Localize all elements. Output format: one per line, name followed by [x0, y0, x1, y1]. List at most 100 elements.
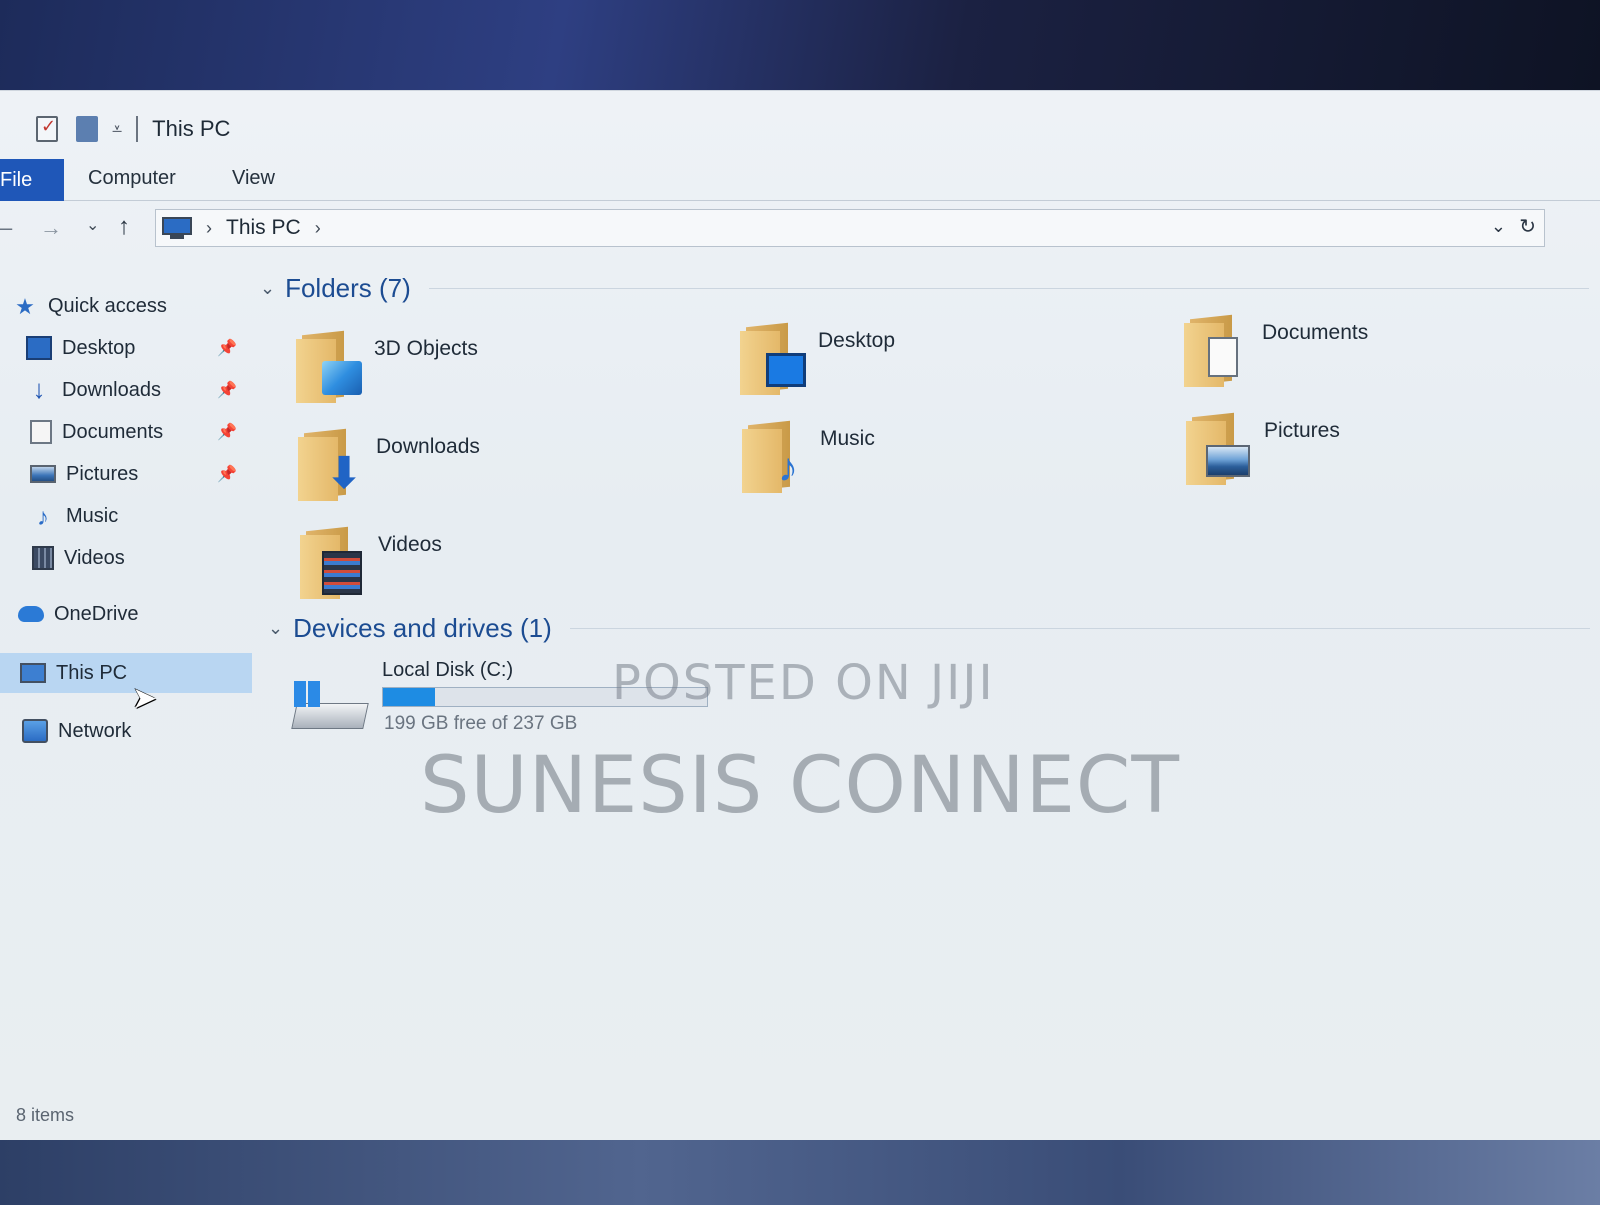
folder-name: Documents [1262, 321, 1369, 344]
sidebar-item-label: Quick access [48, 294, 167, 317]
folder-icon [296, 329, 366, 403]
sidebar-item-label: Music [66, 504, 119, 527]
tab-view[interactable]: View [232, 167, 275, 190]
devices-header-title: Devices and drives (1) [293, 613, 552, 643]
film-icon [322, 551, 362, 595]
sidebar-item-music[interactable]: ♪ Music [0, 497, 255, 535]
folder-3d-objects[interactable]: 3D Objects [296, 329, 716, 419]
chevron-down-icon[interactable]: ⌄ [260, 278, 275, 299]
ribbon-tabs: File Computer View [0, 159, 1600, 201]
hard-drive-icon [290, 677, 370, 739]
folder-name: Downloads [376, 435, 480, 458]
up-arrow-icon[interactable]: ↑ [118, 213, 130, 241]
recent-locations-icon[interactable]: ⌄ [86, 215, 99, 235]
backdrop-top [0, 0, 1600, 100]
music-note-icon: ♪ [778, 446, 798, 490]
sidebar-item-quick-access[interactable]: ★ Quick access [0, 287, 255, 325]
sidebar-item-downloads[interactable]: ↓ Downloads 📌 [0, 371, 255, 409]
cube-icon [322, 361, 362, 395]
pin-icon[interactable]: 📌 [217, 338, 237, 358]
address-dropdown-icon[interactable]: ⌄ [1491, 216, 1506, 237]
status-item-count: 8 items [16, 1105, 75, 1125]
group-divider [569, 628, 1590, 629]
star-icon: ★ [15, 294, 35, 319]
folders-header-title: Folders (7) [285, 273, 411, 303]
folder-icon [1186, 411, 1256, 485]
title-bar: ⩡ This PC [0, 101, 1600, 157]
network-icon [22, 719, 48, 743]
pin-icon[interactable]: 📌 [217, 422, 237, 442]
folder-name: 3D Objects [374, 337, 478, 360]
folder-name: Desktop [818, 329, 896, 352]
properties-icon[interactable] [36, 116, 58, 142]
new-folder-icon[interactable] [76, 116, 98, 142]
forward-icon[interactable]: → [40, 215, 62, 241]
devices-group-header[interactable]: ⌄ Devices and drives (1) [268, 613, 1590, 644]
sidebar-item-videos[interactable]: Videos [0, 539, 255, 577]
folder-documents[interactable]: Documents [1184, 313, 1600, 403]
folder-name: Music [820, 427, 875, 450]
customize-quick-access-icon[interactable]: ⩡ [112, 119, 122, 140]
chevron-right-icon[interactable]: › [206, 218, 212, 239]
navigation-bar: – → ⌄ ↑ › This PC › ⌄ ↻ [0, 205, 1600, 251]
folder-name: Videos [378, 533, 442, 556]
download-arrow-icon: ↓ [32, 374, 46, 404]
desktop-icon [26, 336, 52, 360]
sidebar-item-label: Desktop [62, 336, 136, 359]
back-icon[interactable]: – [0, 215, 12, 241]
title-separator [136, 116, 139, 142]
sidebar-item-this-pc[interactable]: This PC [0, 653, 252, 693]
sidebar-item-label: Documents [62, 420, 164, 443]
folder-icon [740, 321, 810, 395]
folder-name: Pictures [1264, 419, 1340, 442]
file-explorer-window: ⩡ This PC File Computer View – → ⌄ ↑ › T… [0, 90, 1600, 1150]
pin-icon[interactable]: 📌 [217, 380, 237, 400]
drive-free-space: 199 GB free of 237 GB [384, 713, 578, 734]
chevron-down-icon[interactable]: ⌄ [268, 618, 283, 639]
sidebar-item-label: Videos [64, 546, 125, 569]
folder-icon: ♪ [742, 419, 812, 493]
music-note-icon: ♪ [37, 504, 49, 531]
sidebar-item-pictures[interactable]: Pictures 📌 [0, 455, 255, 493]
folder-downloads[interactable]: ⬇ Downloads [298, 427, 718, 517]
folder-desktop[interactable]: Desktop [740, 321, 1160, 411]
computer-icon [20, 663, 46, 683]
watermark-posted-on: POSTED ON JIJI [612, 655, 995, 711]
refresh-icon[interactable]: ↻ [1519, 214, 1536, 239]
group-divider [428, 288, 1589, 289]
tab-file[interactable]: File [0, 159, 64, 201]
folders-group-header[interactable]: ⌄ Folders (7) [260, 273, 1589, 304]
pin-icon[interactable]: 📌 [217, 464, 237, 484]
sidebar-item-network[interactable]: Network [0, 711, 252, 751]
folder-icon: ⬇ [298, 427, 368, 501]
sidebar-item-label: OneDrive [54, 602, 139, 625]
sidebar-item-label: Network [58, 719, 132, 742]
mouse-pointer-icon: ➤ [132, 682, 158, 715]
film-icon [32, 546, 54, 570]
folder-pictures[interactable]: Pictures [1186, 411, 1600, 501]
chevron-right-icon[interactable]: › [315, 218, 321, 239]
document-icon [1208, 337, 1238, 377]
desktop-icon [766, 353, 806, 387]
computer-icon [162, 217, 192, 239]
sidebar-item-documents[interactable]: Documents 📌 [0, 413, 255, 451]
sidebar-item-label: Pictures [66, 462, 139, 485]
folder-videos[interactable]: Videos [300, 525, 720, 615]
folder-icon [1184, 313, 1254, 387]
watermark-sunesis-connect: SUNESIS CONNECT [420, 741, 1180, 831]
address-bar[interactable]: › This PC › ⌄ ↻ [155, 209, 1545, 247]
cloud-icon [18, 606, 44, 622]
sidebar-item-label: This PC [56, 661, 128, 684]
backdrop-bottom [0, 1140, 1600, 1205]
sidebar-item-onedrive[interactable]: OneDrive [0, 595, 255, 633]
download-arrow-icon: ⬇ [325, 449, 363, 498]
sidebar-item-desktop[interactable]: Desktop 📌 [0, 329, 255, 367]
windows-logo-icon [294, 681, 320, 707]
drive-name: Local Disk (C:) [382, 659, 514, 681]
folder-icon [300, 525, 370, 599]
folder-music[interactable]: ♪ Music [742, 419, 1162, 509]
window-title: This PC [152, 116, 231, 141]
tab-computer[interactable]: Computer [88, 167, 176, 190]
document-icon [30, 420, 52, 444]
breadcrumb-this-pc[interactable]: This PC [226, 216, 301, 240]
